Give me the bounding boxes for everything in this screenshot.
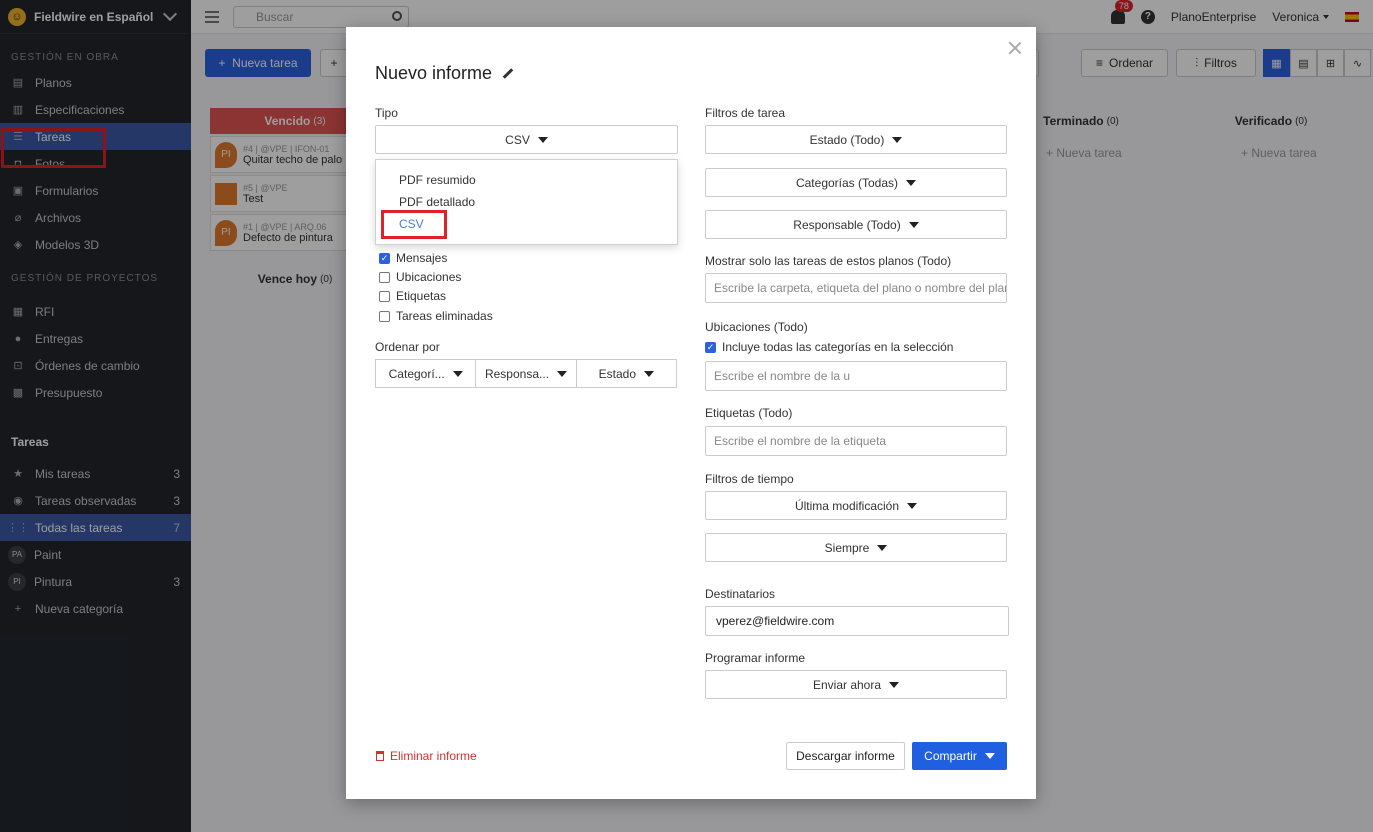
responsable-select[interactable]: Responsable (Todo) — [705, 210, 1007, 239]
checkbox-incluye-categorias[interactable]: ✓ Incluye todas las categorías en la sele… — [705, 340, 953, 354]
ordenar-label: Ordenar por — [375, 340, 440, 354]
option-pdf-detallado[interactable]: PDF detallado — [399, 195, 475, 209]
tipo-select[interactable]: CSV — [375, 125, 678, 154]
sort-estado-select[interactable]: Estado — [577, 360, 676, 387]
etiquetas-label: Etiquetas (Todo) — [705, 406, 793, 420]
enviar-ahora-select[interactable]: Enviar ahora — [705, 670, 1007, 699]
ubicacion-input[interactable]: Escribe el nombre de la u — [705, 361, 1007, 391]
download-report-button[interactable]: Descargar informe — [786, 742, 905, 770]
programar-label: Programar informe — [705, 651, 806, 665]
estado-select[interactable]: Estado (Todo) — [705, 125, 1007, 154]
etiqueta-input[interactable]: Escribe el nombre de la etiqueta — [705, 426, 1007, 456]
caret-down-icon — [984, 753, 995, 759]
new-report-modal: Nuevo informe Tipo CSV ✓ Mensajes Ubicaci… — [346, 27, 1036, 799]
pencil-edit-icon[interactable] — [502, 68, 514, 79]
close-icon[interactable] — [1008, 41, 1022, 55]
share-button[interactable]: Compartir — [912, 742, 1007, 770]
sort-responsable-select[interactable]: Responsa... — [476, 360, 577, 387]
delete-report-button[interactable]: Eliminar informe — [376, 749, 477, 763]
siempre-select[interactable]: Siempre — [705, 533, 1007, 562]
checkbox-etiquetas[interactable]: Etiquetas — [379, 289, 446, 303]
destinatarios-input[interactable]: vperez@fieldwire.com — [705, 606, 1009, 636]
tipo-label: Tipo — [375, 106, 398, 120]
destinatarios-label: Destinatarios — [705, 587, 776, 601]
checkbox-ubicaciones[interactable]: Ubicaciones — [379, 270, 461, 284]
ubicaciones-label: Ubicaciones (Todo) — [705, 320, 808, 334]
highlight-box — [381, 210, 447, 239]
sort-category-select[interactable]: Categorí... — [376, 360, 477, 387]
checkbox-tareas-eliminadas[interactable]: Tareas eliminadas — [379, 309, 493, 323]
caret-down-icon — [537, 136, 548, 143]
planos-label: Mostrar solo las tareas de estos planos … — [705, 254, 952, 268]
tiempo-label: Filtros de tiempo — [705, 472, 794, 486]
sort-by-group: Categorí... Responsa... Estado — [375, 359, 677, 388]
checkbox-mensajes[interactable]: ✓ Mensajes — [379, 251, 447, 265]
planos-input[interactable]: Escribe la carpeta, etiqueta del plano o… — [705, 273, 1007, 303]
option-pdf-resumido[interactable]: PDF resumido — [399, 173, 476, 187]
categorias-select[interactable]: Categorías (Todas) — [705, 168, 1007, 197]
modal-title: Nuevo informe — [375, 63, 514, 84]
ultima-modificacion-select[interactable]: Última modificación — [705, 491, 1007, 520]
trash-icon — [376, 751, 384, 761]
filtros-label: Filtros de tarea — [705, 106, 786, 120]
